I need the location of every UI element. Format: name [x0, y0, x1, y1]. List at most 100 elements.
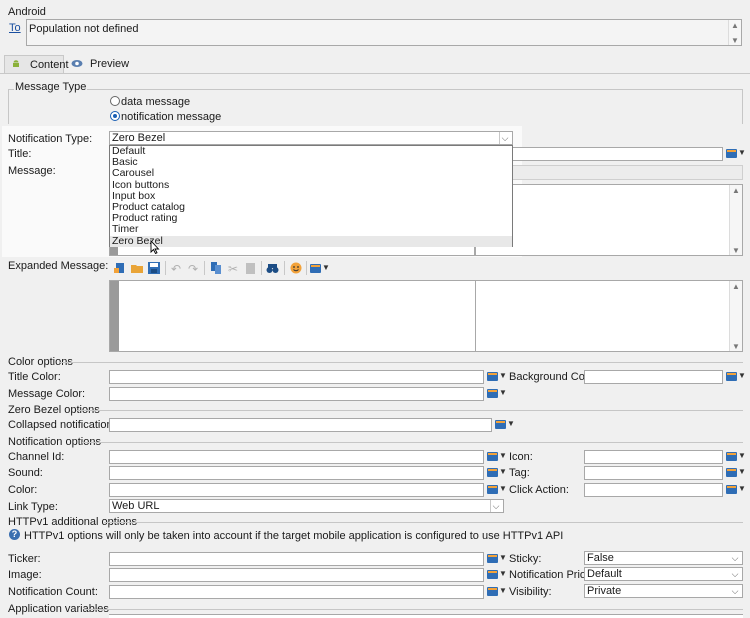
personalize-icon [487, 570, 498, 579]
chevron-down-icon: ▼ [499, 388, 507, 397]
radio-data-message[interactable] [110, 96, 120, 106]
tag-label: Tag: [509, 467, 530, 479]
to-scrollbar[interactable]: ▲ ▼ [728, 20, 741, 45]
icon-personalize-button[interactable]: ▼ [726, 451, 746, 463]
radio-notification-message-label: notification message [121, 111, 222, 123]
to-link[interactable]: To [9, 22, 21, 34]
visibility-value: Private [587, 585, 622, 597]
background-color-input[interactable] [584, 370, 723, 384]
notification-count-input[interactable] [109, 585, 484, 599]
notification-count-personalize-button[interactable]: ▼ [487, 586, 507, 598]
sound-input[interactable] [109, 466, 484, 480]
color-input[interactable] [109, 483, 484, 497]
option-timer[interactable]: Timer [110, 224, 512, 235]
title-color-personalize-button[interactable]: ▼ [487, 371, 507, 383]
message-color-input[interactable] [109, 387, 484, 401]
click-action-input[interactable] [584, 483, 723, 497]
option-carousel[interactable]: Carousel [110, 168, 512, 179]
cut-icon[interactable]: ✂ [228, 262, 242, 276]
personalize-icon [487, 389, 498, 398]
personalize-icon [487, 587, 498, 596]
chevron-down-icon: ▼ [738, 484, 746, 493]
option-default[interactable]: Default [110, 145, 512, 157]
info-icon: ? [9, 529, 20, 540]
scroll-up-icon[interactable]: ▲ [730, 186, 742, 195]
notification-type-select[interactable]: Zero Bezel ⌵ [109, 131, 513, 145]
message-label: Message: [8, 165, 56, 177]
option-zero-bezel[interactable]: Zero Bezel [110, 235, 512, 247]
channel-id-input[interactable] [109, 450, 484, 464]
expanded-personalize-button[interactable]: ▼ [310, 263, 330, 275]
personalize-icon [487, 372, 498, 381]
collapsed-style-personalize-button[interactable]: ▼ [495, 419, 515, 431]
message-color-personalize-button[interactable]: ▼ [487, 388, 507, 400]
message-scrollbar[interactable]: ▲ ▼ [729, 185, 742, 255]
tab-preview-label: Preview [90, 58, 130, 70]
chevron-down-icon: ⌵ [731, 586, 739, 596]
link-type-select[interactable]: Web URL ⌵ [109, 499, 504, 513]
click-action-label: Click Action: [509, 484, 569, 496]
scroll-down-icon[interactable]: ▼ [730, 246, 742, 255]
visibility-select[interactable]: Private ⌵ [584, 584, 743, 598]
message-type-legend: Message Type [14, 81, 88, 93]
click-action-personalize-button[interactable]: ▼ [726, 484, 746, 496]
notification-priority-select[interactable]: Default ⌵ [584, 567, 743, 581]
personalize-icon [726, 149, 737, 158]
sound-personalize-button[interactable]: ▼ [487, 467, 507, 479]
title-input[interactable] [512, 147, 723, 161]
icon-input[interactable] [584, 450, 723, 464]
image-personalize-button[interactable]: ▼ [487, 569, 507, 581]
to-field[interactable]: Population not defined ▲ ▼ [26, 19, 742, 46]
tab-content[interactable]: Content [4, 55, 69, 73]
collapsed-style-input[interactable] [109, 418, 492, 432]
emoji-icon[interactable] [290, 262, 304, 274]
title-color-label: Title Color: [8, 371, 61, 383]
message-editor[interactable]: ▲ ▼ [475, 184, 743, 256]
ticker-personalize-button[interactable]: ▼ [487, 553, 507, 565]
message-editor-left[interactable] [109, 247, 475, 256]
expanded-scrollbar[interactable]: ▲ ▼ [729, 281, 742, 351]
title-label: Title: [8, 148, 32, 160]
sound-label: Sound: [8, 467, 43, 479]
link-type-label: Link Type: [8, 501, 58, 513]
chevron-down-icon: ▼ [499, 553, 507, 562]
scroll-up-icon[interactable]: ▲ [730, 282, 742, 291]
image-input[interactable] [109, 568, 484, 582]
open-folder-icon[interactable] [131, 262, 145, 274]
chevron-down-icon: ▼ [507, 419, 515, 428]
eye-icon [71, 59, 83, 68]
scroll-down-icon[interactable]: ▼ [730, 342, 742, 351]
option-icon-buttons[interactable]: Icon buttons [110, 179, 512, 191]
color-personalize-button[interactable]: ▼ [487, 484, 507, 496]
new-document-icon[interactable] [114, 262, 128, 274]
option-basic[interactable]: Basic [110, 156, 512, 168]
ticker-input[interactable] [109, 552, 484, 566]
title-personalize-button[interactable]: ▼ [726, 148, 746, 160]
chevron-down-icon: ▼ [499, 569, 507, 578]
sticky-value: False [587, 552, 614, 564]
message-toolbar [512, 165, 743, 180]
tag-input[interactable] [584, 466, 723, 480]
notification-type-value: Zero Bezel [112, 132, 166, 144]
find-binoculars-icon[interactable] [266, 262, 280, 274]
personalize-icon [495, 420, 506, 429]
redo-icon[interactable]: ↷ [188, 262, 202, 276]
option-product-rating[interactable]: Product rating [110, 212, 512, 224]
radio-notification-message[interactable] [110, 111, 120, 121]
tag-personalize-button[interactable]: ▼ [726, 467, 746, 479]
tab-preview[interactable]: Preview [66, 55, 129, 73]
expanded-message-label: Expanded Message: [8, 260, 109, 272]
copy-icon[interactable] [210, 262, 224, 274]
channel-id-personalize-button[interactable]: ▼ [487, 451, 507, 463]
expanded-message-editor[interactable]: ▲ ▼ [109, 280, 743, 352]
application-variables-table[interactable] [109, 614, 743, 618]
background-color-personalize-button[interactable]: ▼ [726, 371, 746, 383]
scroll-up-icon[interactable]: ▲ [729, 21, 741, 30]
sticky-select[interactable]: False ⌵ [584, 551, 743, 565]
title-color-input[interactable] [109, 370, 484, 384]
ticker-label: Ticker: [8, 553, 41, 565]
scroll-down-icon[interactable]: ▼ [729, 36, 741, 45]
undo-icon[interactable]: ↶ [171, 262, 185, 276]
paste-icon[interactable] [245, 262, 259, 274]
save-icon[interactable] [148, 262, 162, 274]
